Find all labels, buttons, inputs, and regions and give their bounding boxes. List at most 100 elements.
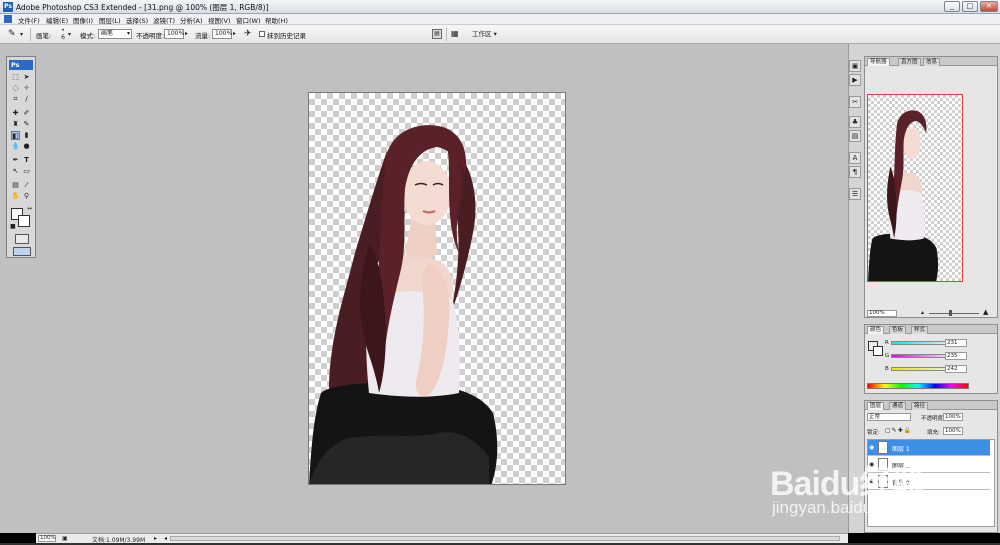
tab-color[interactable]: 颜色	[867, 326, 885, 334]
navigator-zoom-slider[interactable]	[929, 313, 979, 314]
hand-tool-icon[interactable]: ✋	[11, 192, 20, 201]
opacity-input[interactable]: 100%	[164, 29, 184, 39]
workspace-button[interactable]: 工作区 ▾	[472, 29, 500, 40]
navigator-zoom-input[interactable]: 100%	[867, 310, 897, 317]
gradient-tool-icon[interactable]: ▮	[22, 131, 31, 140]
crop-tool-icon[interactable]: ⌗	[11, 95, 20, 104]
menu-file[interactable]: 文件(F)	[18, 15, 40, 25]
default-colors-icon[interactable]: ■	[10, 223, 16, 230]
flow-input[interactable]: 100%	[212, 29, 232, 39]
color-spectrum-bar[interactable]	[867, 383, 969, 389]
zoom-in-icon[interactable]: ▲	[983, 308, 988, 316]
bridge-icon[interactable]: ▦	[451, 29, 463, 39]
eraser-tool-icon[interactable]: ◧	[11, 131, 20, 140]
clone-stamp-tool-icon[interactable]: ♜	[11, 120, 20, 129]
tab-info[interactable]: 信息	[923, 58, 941, 66]
tab-layers[interactable]: 图层	[867, 402, 885, 410]
history-panel-icon[interactable]: ▣	[849, 60, 861, 72]
swap-colors-icon[interactable]: ↔	[27, 205, 32, 212]
eyedropper-tool-icon[interactable]: ⁄	[22, 181, 31, 190]
baidu-watermark: Baidu经验 jingyan.baidu.com	[760, 452, 1000, 532]
brush-preview[interactable]: • 6	[58, 27, 68, 42]
brush-tool-icon[interactable]: ✐	[22, 109, 31, 118]
menu-layer[interactable]: 图层(L)	[99, 15, 121, 25]
horizontal-scrollbar[interactable]	[170, 536, 840, 541]
airbrush-icon[interactable]: ✈	[244, 28, 256, 40]
quick-mask-icon[interactable]	[15, 234, 29, 244]
eraser-tool-icon[interactable]: ✎	[8, 29, 20, 40]
channel-r-value[interactable]: 231	[945, 339, 967, 347]
shape-tool-icon[interactable]: ▭	[22, 167, 31, 176]
tab-styles[interactable]: 样式	[911, 326, 929, 334]
minimize-button[interactable]: _	[944, 1, 960, 12]
healing-brush-tool-icon[interactable]: ✚	[11, 109, 20, 118]
paragraph-panel-icon[interactable]: ¶	[849, 166, 861, 178]
clone-source-panel-icon[interactable]: ▤	[849, 130, 861, 142]
notes-tool-icon[interactable]: ▤	[11, 181, 20, 190]
channel-b-value[interactable]: 242	[945, 365, 967, 373]
tab-histogram[interactable]: 直方图	[898, 58, 921, 66]
color-panel: 颜色 色板 样式 R 231 G 235 B 242	[864, 324, 998, 394]
fill-input[interactable]: 100%	[943, 427, 963, 435]
navigator-preview[interactable]	[867, 94, 963, 282]
document-canvas[interactable]	[308, 92, 566, 485]
navigator-zoom-thumb[interactable]	[949, 310, 952, 316]
palette-well-icon[interactable]: ▤	[432, 29, 442, 39]
separator	[30, 28, 31, 41]
erase-history-label: 抹到历史记录	[267, 32, 306, 40]
menu-image[interactable]: 图像(I)	[73, 15, 93, 25]
slice-tool-icon[interactable]: ∕	[22, 95, 31, 104]
doc-menu-icon[interactable]	[4, 15, 12, 23]
menu-window[interactable]: 窗口(W)	[236, 15, 261, 25]
status-menu-icon[interactable]: ▣	[62, 535, 68, 542]
background-color-swatch[interactable]	[18, 215, 30, 227]
menu-help[interactable]: 帮助(H)	[265, 15, 288, 25]
move-tool-icon[interactable]: ➤	[22, 73, 31, 82]
tool-preset-dropdown-icon[interactable]: ▾	[20, 31, 23, 38]
zoom-out-icon[interactable]: ▴	[921, 309, 924, 316]
layer-opacity-input[interactable]: 100%	[943, 413, 963, 421]
brush-picker-chevron-icon[interactable]: ▾	[68, 31, 71, 38]
tab-paths[interactable]: 路径	[911, 402, 929, 410]
channel-g-value[interactable]: 235	[945, 352, 967, 360]
navigator-panel: 导航器 直方图 信息 100% ▴ ▲	[864, 56, 998, 318]
tab-channels[interactable]: 通道	[889, 402, 907, 410]
character-panel-icon[interactable]: A	[849, 152, 861, 164]
color-bg-swatch[interactable]	[873, 346, 883, 356]
dodge-tool-icon[interactable]: ●	[22, 142, 31, 151]
tab-navigator[interactable]: 导航器	[867, 58, 890, 66]
menu-view[interactable]: 视图(V)	[208, 15, 231, 25]
lasso-tool-icon[interactable]: ◌	[11, 84, 20, 93]
mode-select[interactable]: 画笔 ▾	[98, 29, 132, 39]
path-selection-tool-icon[interactable]: ↖	[11, 167, 20, 176]
menu-filter[interactable]: 滤镜(T)	[153, 15, 175, 25]
history-brush-tool-icon[interactable]: ✎	[22, 120, 31, 129]
close-button[interactable]: ✕	[980, 1, 998, 12]
visibility-eye-icon[interactable]: ◉	[869, 444, 875, 451]
menu-select[interactable]: 选择(S)	[126, 15, 148, 25]
blur-tool-icon[interactable]: 💧	[11, 142, 20, 151]
magic-wand-tool-icon[interactable]: ✧	[22, 84, 31, 93]
flow-slider-arrow-icon[interactable]: ▸	[233, 30, 236, 37]
scroll-left-icon[interactable]: ◂	[164, 535, 167, 542]
layer-comps-panel-icon[interactable]: ☰	[849, 188, 861, 200]
tab-swatches[interactable]: 色板	[889, 326, 907, 334]
brushes-panel-icon[interactable]: ♣	[849, 116, 861, 128]
pen-tool-icon[interactable]: ✒	[11, 156, 20, 165]
marquee-tool-icon[interactable]: ⬚	[11, 73, 20, 82]
opacity-slider-arrow-icon[interactable]: ▸	[185, 30, 188, 37]
menu-edit[interactable]: 编辑(E)	[46, 15, 68, 25]
channel-g-label: G	[885, 353, 890, 359]
status-arrow-icon[interactable]: ▸	[154, 535, 157, 542]
type-tool-icon[interactable]: T	[22, 156, 31, 165]
menu-analysis[interactable]: 分析(A)	[180, 15, 203, 25]
screen-mode-icon[interactable]	[13, 247, 31, 256]
status-zoom-input[interactable]: 100%	[38, 535, 56, 542]
erase-history-checkbox[interactable]	[259, 31, 265, 37]
actions-panel-icon[interactable]: ▶	[849, 74, 861, 86]
blend-mode-select[interactable]: 正常	[867, 413, 911, 421]
zoom-tool-icon[interactable]: ⚲	[22, 192, 31, 201]
maximize-button[interactable]: □	[962, 1, 978, 12]
tool-presets-panel-icon[interactable]: ✂	[849, 96, 861, 108]
lock-icons[interactable]: ▢✎✚🔒	[885, 427, 912, 434]
